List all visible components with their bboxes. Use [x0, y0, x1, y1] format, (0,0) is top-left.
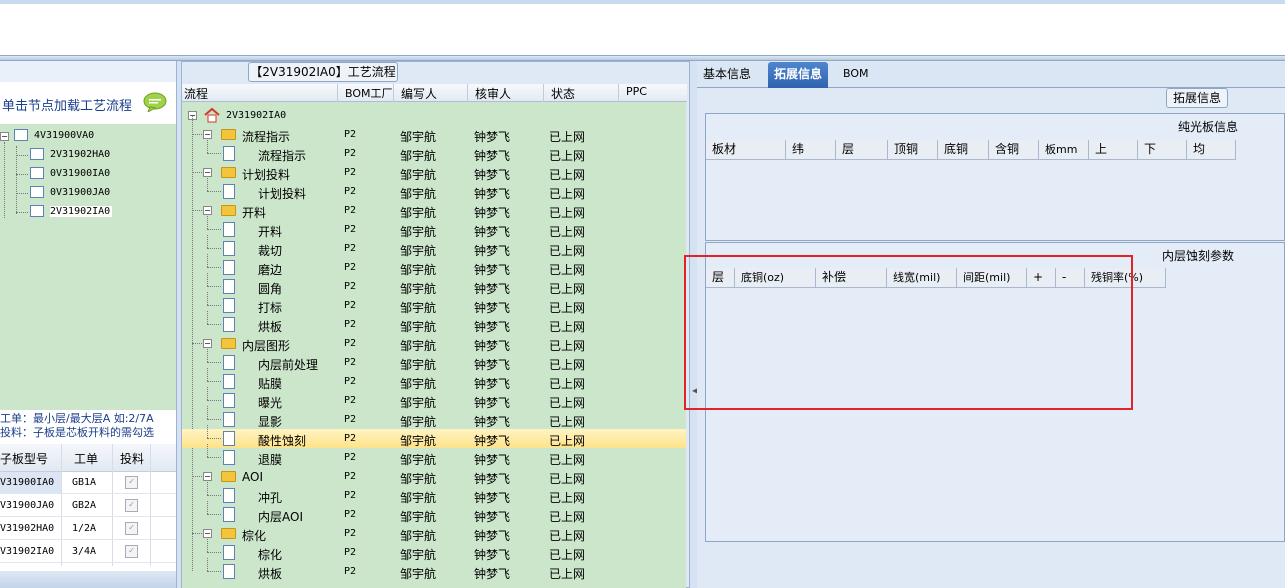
tab-basic-info[interactable]: 基本信息: [697, 62, 757, 88]
document-icon: [223, 374, 235, 389]
document-icon: [223, 222, 235, 237]
process-step-row[interactable]: 显影 P2 邹宇航 钟梦飞 已上网: [182, 406, 686, 429]
document-icon: [223, 146, 235, 161]
bare-board-info-title: 纯光板信息: [1178, 120, 1239, 134]
document-icon: [223, 488, 235, 503]
process-group-row[interactable]: − 流程指示 P2 邹宇航 钟梦飞 已上网: [182, 125, 686, 144]
feed-checkbox[interactable]: ✓: [125, 476, 138, 489]
document-icon: [223, 564, 235, 579]
document-icon: [223, 279, 235, 294]
document-icon: [223, 355, 235, 370]
order-tree: − 4V31900VA0 2V31902HA0 0V31900IA0 0V319…: [0, 124, 176, 410]
tree-collapse-toggle[interactable]: −: [203, 339, 212, 348]
inner-etch-params-title: 内层蚀刻参数: [1162, 249, 1235, 263]
folder-icon: [221, 528, 236, 539]
process-step-row[interactable]: 流程指示 P2 邹宇航 钟梦飞 已上网: [182, 140, 686, 163]
process-step-row[interactable]: 磨边 P2 邹宇航 钟梦飞 已上网: [182, 254, 686, 277]
process-step-row[interactable]: 曝光 P2 邹宇航 钟梦飞 已上网: [182, 387, 686, 410]
process-step-row[interactable]: 退膜 P2 邹宇航 钟梦飞 已上网: [182, 444, 686, 467]
process-step-row[interactable]: 酸性蚀刻 P2 邹宇航 钟梦飞 已上网: [182, 425, 686, 448]
bare-board-info-grid: 纯光板信息 板材 纬 层 顶铜 底铜 含铜 板mm 上 下 均: [705, 113, 1285, 241]
folder-icon: [221, 471, 236, 482]
tree-collapse-toggle[interactable]: −: [203, 472, 212, 481]
tab-bom[interactable]: BOM: [837, 62, 875, 88]
speech-bubble-icon: [143, 92, 167, 112]
grid1-header: 板材 纬 层 顶铜 底铜 含铜 板mm 上 下 均: [706, 140, 1236, 160]
document-icon: [223, 507, 235, 522]
process-root-row[interactable]: − 2V31902IA0: [182, 106, 686, 125]
tree-collapse-toggle[interactable]: −: [203, 168, 212, 177]
process-group-row[interactable]: − AOI P2 邹宇航 钟梦飞 已上网: [182, 467, 686, 486]
process-step-row[interactable]: 棕化 P2 邹宇航 钟梦飞 已上网: [182, 539, 686, 562]
folder-icon: [221, 338, 236, 349]
tree-collapse-toggle[interactable]: −: [203, 206, 212, 215]
node-icon: [30, 186, 44, 198]
tree-node[interactable]: 2V31902HA0: [30, 146, 110, 164]
node-icon: [30, 205, 44, 217]
document-icon: [223, 545, 235, 560]
node-icon: [30, 148, 44, 160]
process-group-row[interactable]: − 开料 P2 邹宇航 钟梦飞 已上网: [182, 201, 686, 220]
process-step-row[interactable]: 烘板 P2 邹宇航 钟梦飞 已上网: [182, 311, 686, 334]
horizontal-scrollbar[interactable]: [0, 571, 176, 588]
process-tree-grid: − 2V31902IA0 − 流程指示 P2 邹宇航 钟梦飞 已上网 流程指示 P2 邹宇航 钟梦…: [182, 102, 686, 588]
process-step-row[interactable]: 内层前处理 P2 邹宇航 钟梦飞 已上网: [182, 349, 686, 372]
left-panel-header-text: 单击节点加载工艺流程: [2, 99, 133, 114]
tree-node-selected[interactable]: 2V31902IA0: [30, 203, 113, 221]
table-row[interactable]: V31900JA0 GB2A ✓: [0, 495, 176, 517]
tree-collapse-toggle[interactable]: −: [203, 130, 212, 139]
process-group-row[interactable]: − 计划投料 P2 邹宇航 钟梦飞 已上网: [182, 163, 686, 182]
table-row[interactable]: V31902IA0 3/4A ✓: [0, 541, 176, 563]
sub-board-table: 子板型号 工单 投料 V31900IA0 GB1A ✓ V31900JA0 GB2A ✓…: [0, 444, 176, 571]
tree-node[interactable]: 0V31900JA0: [30, 184, 110, 202]
process-step-row[interactable]: 冲孔 P2 邹宇航 钟梦飞 已上网: [182, 482, 686, 505]
left-note: 工单：最小层/最大层A 如:2/7A 投料：子板是芯板开料的需勾选: [0, 410, 176, 444]
tree-collapse-toggle[interactable]: −: [0, 132, 9, 141]
process-step-row[interactable]: 计划投料 P2 邹宇航 钟梦飞 已上网: [182, 178, 686, 201]
process-group-row[interactable]: − 内层图形 P2 邹宇航 钟梦飞 已上网: [182, 334, 686, 353]
tree-node-root[interactable]: 4V31900VA0: [14, 127, 94, 145]
process-step-row[interactable]: 圆角 P2 邹宇航 钟梦飞 已上网: [182, 273, 686, 296]
tab-extended-info[interactable]: 拓展信息: [768, 62, 829, 88]
process-step-row[interactable]: 贴膜 P2 邹宇航 钟梦飞 已上网: [182, 368, 686, 391]
toolbar-area: [0, 4, 1285, 56]
detail-tab-bar: 基本信息 拓展信息 BOM: [697, 62, 1285, 88]
process-step-row[interactable]: 内层AOI P2 邹宇航 钟梦飞 已上网: [182, 501, 686, 524]
process-flow-title: 【2V31902IA0】工艺流程: [248, 62, 398, 82]
table-row[interactable]: V31902HA0 1/2A ✓: [0, 518, 176, 540]
highlight-annotation-box: [684, 255, 1133, 410]
feed-checkbox[interactable]: ✓: [125, 545, 138, 558]
node-icon: [30, 167, 44, 179]
extended-info-groupbox-label: 拓展信息: [1166, 88, 1228, 108]
document-icon: [223, 393, 235, 408]
left-panel-header: 单击节点加载工艺流程: [0, 82, 176, 124]
document-icon: [223, 260, 235, 275]
document-icon: [223, 298, 235, 313]
folder-icon: [221, 205, 236, 216]
document-icon: [223, 450, 235, 465]
process-group-row[interactable]: − 棕化 P2 邹宇航 钟梦飞 已上网: [182, 524, 686, 543]
document-icon: [223, 241, 235, 256]
folder-icon: [221, 129, 236, 140]
process-step-row[interactable]: 打标 P2 邹宇航 钟梦飞 已上网: [182, 292, 686, 315]
feed-checkbox[interactable]: ✓: [125, 499, 138, 512]
document-icon: [223, 431, 235, 446]
process-step-row[interactable]: 裁切 P2 邹宇航 钟梦飞 已上网: [182, 235, 686, 258]
process-step-row[interactable]: 开料 P2 邹宇航 钟梦飞 已上网: [182, 216, 686, 239]
document-icon: [223, 317, 235, 332]
folder-icon: [221, 167, 236, 178]
node-icon: [14, 129, 28, 141]
feed-checkbox[interactable]: ✓: [125, 522, 138, 535]
tree-node[interactable]: 0V31900IA0: [30, 165, 110, 183]
process-step-row[interactable]: 烘板 P2 邹宇航 钟梦飞 已上网: [182, 558, 686, 581]
tree-collapse-toggle[interactable]: −: [203, 529, 212, 538]
process-grid-header: 流程 BOM工厂 编写人 核审人 状态 PPC: [182, 84, 687, 102]
home-icon: [204, 107, 220, 123]
document-icon: [223, 184, 235, 199]
document-icon: [223, 412, 235, 427]
table-row[interactable]: V31900IA0 GB1A ✓: [0, 472, 176, 494]
